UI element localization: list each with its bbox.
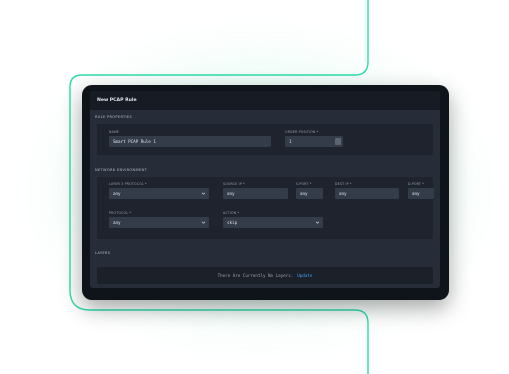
layer3-protocol-value: any (113, 191, 121, 196)
d-port-label: D.PORT * (408, 182, 425, 186)
dest-ip-label: DEST IP * (335, 182, 352, 186)
chevron-down-icon (315, 221, 320, 224)
dest-ip-value: any (339, 191, 347, 196)
stepper-icon[interactable] (335, 138, 341, 145)
s-port-input[interactable]: any (296, 188, 323, 199)
action-label: ACTION * (223, 211, 240, 215)
action-select[interactable]: skip (223, 217, 323, 228)
chevron-down-icon (201, 192, 206, 195)
update-link[interactable]: Update (297, 273, 312, 278)
s-port-label: S.PORT * (296, 182, 312, 186)
d-port-input[interactable]: any (408, 188, 434, 199)
layer3-protocol-label: LAYER 3 PROTOCOL * (109, 182, 147, 186)
name-value: Smart PCAP Rule 1 (113, 139, 156, 144)
rule-properties-panel: NAME Smart PCAP Rule 1 ORDER POSITION * … (97, 124, 433, 155)
layer3-protocol-select[interactable]: any (109, 188, 209, 199)
source-ip-input[interactable]: any (223, 188, 288, 199)
window-title: New PCAP Rule (90, 91, 440, 110)
name-label: NAME (109, 130, 120, 134)
order-position-label: ORDER POSITION * (285, 130, 319, 134)
source-ip-label: SOURCE IP * (223, 182, 245, 186)
network-environment-heading: NETWORK ENVIRONMENT (95, 168, 147, 172)
s-port-value: any (300, 191, 308, 196)
rule-properties-heading: RULE PROPERTIES (95, 115, 133, 119)
modal-window: New PCAP Rule RULE PROPERTIES NAME Smart… (90, 91, 440, 288)
dest-ip-input[interactable]: any (335, 188, 399, 199)
chevron-down-icon (201, 221, 206, 224)
d-port-value: any (412, 191, 420, 196)
protocol-select[interactable]: any (109, 217, 209, 228)
action-value: skip (227, 220, 238, 225)
tablet-frame: New PCAP Rule RULE PROPERTIES NAME Smart… (82, 85, 449, 300)
network-environment-panel: LAYER 3 PROTOCOL * any SOURCE IP * any S… (97, 177, 434, 239)
layers-heading: LAYERS (95, 251, 111, 255)
name-input[interactable]: Smart PCAP Rule 1 (109, 136, 271, 147)
order-position-input[interactable]: 1 (285, 136, 343, 147)
protocol-value: any (113, 220, 121, 225)
source-ip-value: any (227, 191, 235, 196)
protocol-label: PROTOCOL * (109, 211, 132, 215)
layers-empty-state: There Are Currently No Layers. Update (97, 267, 433, 284)
layers-empty-text: There Are Currently No Layers. (217, 273, 294, 278)
order-position-value: 1 (289, 139, 292, 144)
